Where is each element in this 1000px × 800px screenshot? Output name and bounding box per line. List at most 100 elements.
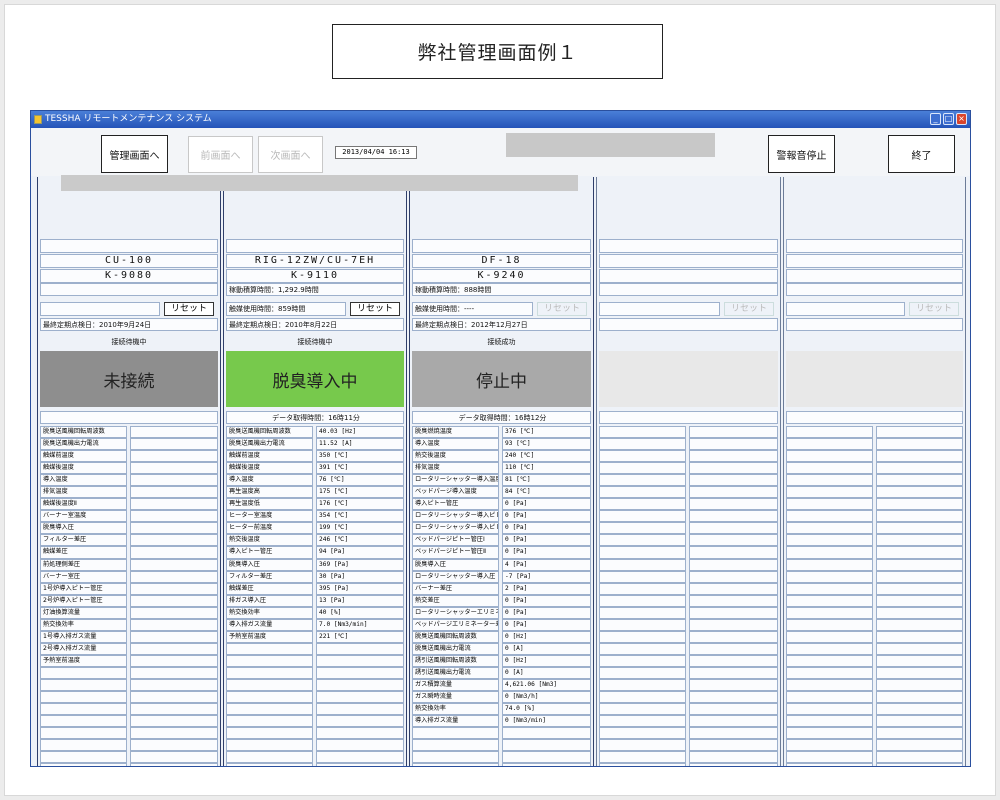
- measurement-label: 1号導入排ガス流量: [40, 630, 127, 643]
- measurement-value: [130, 678, 218, 692]
- measurement-value: 110 [℃]: [502, 462, 591, 475]
- measurement-label: [40, 763, 127, 766]
- alarm-stop-button[interactable]: 警報音停止: [768, 135, 835, 173]
- measurement-row: [40, 666, 218, 679]
- measurement-label: [786, 462, 873, 475]
- measurement-row: 熱交差圧 0 [Pa]: [412, 594, 591, 607]
- reset-button[interactable]: リセット: [537, 302, 587, 316]
- measurement-label: [226, 678, 313, 692]
- measurement-value: [130, 510, 218, 523]
- measurement-row: [786, 678, 963, 692]
- measurement-label: [599, 486, 686, 499]
- measurement-value: [876, 666, 963, 679]
- measurement-table: 脱臭燃焼温度 376 [℃] 導入温度 93 [℃] 熱交後温度 240 [℃] 排気温度 1…: [412, 426, 591, 766]
- measurement-value: [876, 474, 963, 487]
- measurement-value: [689, 654, 778, 667]
- measurement-row: [599, 498, 778, 511]
- measurement-label: 2号導入排ガス流量: [40, 642, 127, 655]
- manage-screen-button[interactable]: 管理画面へ: [101, 135, 168, 173]
- measurement-value: [689, 534, 778, 547]
- measurement-row: [226, 654, 404, 667]
- measurement-row: ロータリーシャッターエリミネーター差圧0 [Pa]: [412, 606, 591, 619]
- prev-screen-button[interactable]: 前画面へ: [188, 136, 253, 173]
- measurement-value: [689, 715, 778, 728]
- measurement-value: [130, 630, 218, 643]
- measurement-value: [876, 691, 963, 704]
- measurement-row: [786, 763, 963, 766]
- measurement-value: 40 [%]: [316, 606, 404, 619]
- measurement-label: [599, 703, 686, 716]
- measurement-row: 導入温度 93 [℃]: [412, 438, 591, 451]
- measurement-value: 354 [℃]: [316, 510, 404, 523]
- measurement-label: ベッドパージエリミネーター差圧: [412, 618, 499, 631]
- window-title: TESSHA リモートメンテナンス システム: [45, 114, 212, 124]
- measurement-label: ガス瞬時流量: [412, 691, 499, 704]
- unit-column-4: リセット: [596, 177, 781, 766]
- measurement-label: [786, 438, 873, 451]
- measurement-value: 0 [Hz]: [502, 630, 591, 643]
- measurement-label: 触媒後温度: [226, 462, 313, 475]
- close-icon[interactable]: ×: [956, 113, 967, 125]
- measurement-label: 2号炉導入ピトー管圧: [40, 594, 127, 607]
- measurement-row: ガス瞬時流量 0 [Nm3/h]: [412, 691, 591, 704]
- measurement-label: 予熱室前温度: [226, 630, 313, 643]
- measurement-row: [786, 691, 963, 704]
- measurement-label: [786, 426, 873, 439]
- measurement-value: [876, 426, 963, 439]
- connection-status: 接続待機中: [111, 338, 147, 346]
- measurement-label: [786, 678, 873, 692]
- operating-hours-row: 稼動積算時間：888時間: [412, 283, 591, 296]
- maximize-icon[interactable]: □: [943, 113, 954, 125]
- unit-column-2: RIG-12ZW/CU-7EH K-9110 稼動積算時間：1,292.9時間 触媒使…: [223, 177, 407, 766]
- measurement-row: [226, 691, 404, 704]
- measurement-value: [689, 630, 778, 643]
- measurement-row: 触媒後温度Ⅱ: [40, 498, 218, 511]
- measurement-row: [599, 727, 778, 740]
- measurement-row: [786, 594, 963, 607]
- measurement-row: 誘引送風機回転周波数 0 [Hz]: [412, 654, 591, 667]
- measurement-value: 0 [Pa]: [502, 594, 591, 607]
- measurement-row: [786, 751, 963, 764]
- measurement-label: [786, 727, 873, 740]
- measurement-value: 199 [℃]: [316, 522, 404, 535]
- measurement-value: [130, 727, 218, 740]
- measurement-label: [40, 715, 127, 728]
- measurement-row: [599, 654, 778, 667]
- measurement-value: 0 [A]: [502, 642, 591, 655]
- measurement-label: ロータリーシャッター導入ピトー管圧Ⅰ: [412, 510, 499, 523]
- measurement-label: [599, 462, 686, 475]
- measurement-row: [599, 606, 778, 619]
- measurement-row: 再生温度低 176 [℃]: [226, 498, 404, 511]
- measurement-label: [599, 426, 686, 439]
- measurement-value: [130, 534, 218, 547]
- reset-button[interactable]: リセット: [909, 302, 959, 316]
- measurement-row: [786, 426, 963, 439]
- measurement-row: ベッドパージエリミネーター差圧 0 [Pa]: [412, 618, 591, 631]
- next-screen-button[interactable]: 次画面へ: [258, 136, 323, 173]
- measurement-label: 熱交後温度: [412, 450, 499, 463]
- measurement-value: [130, 606, 218, 619]
- measurement-row: [599, 739, 778, 752]
- reset-button[interactable]: リセット: [724, 302, 774, 316]
- measurement-row: 脱臭導入圧 4 [Pa]: [412, 558, 591, 571]
- measurement-row: [226, 739, 404, 752]
- exit-button[interactable]: 終了: [888, 135, 955, 173]
- measurement-row: 熱交後温度 246 [℃]: [226, 534, 404, 547]
- measurement-value: [876, 570, 963, 583]
- measurement-label: 排ガス導入圧: [226, 594, 313, 607]
- measurement-row: ヒーター前温度 199 [℃]: [226, 522, 404, 535]
- measurement-label: [599, 678, 686, 692]
- catalyst-hours-row: [40, 302, 160, 316]
- reset-button[interactable]: リセット: [164, 302, 214, 316]
- reset-button[interactable]: リセット: [350, 302, 400, 316]
- operation-status-panel: [599, 351, 778, 407]
- measurement-row: [599, 618, 778, 631]
- measurement-row: フィルター差圧: [40, 534, 218, 547]
- measurement-label: 触媒前温度: [40, 450, 127, 463]
- measurement-value: [689, 751, 778, 764]
- measurement-table: 脱臭送風機回転周波数 40.03 [Hz] 脱臭送風機出力電流 11.52 [A] 触媒…: [226, 426, 404, 766]
- measurement-value: [316, 678, 404, 692]
- measurement-value: [689, 739, 778, 752]
- measurement-value: [689, 691, 778, 704]
- minimize-icon[interactable]: _: [930, 113, 941, 125]
